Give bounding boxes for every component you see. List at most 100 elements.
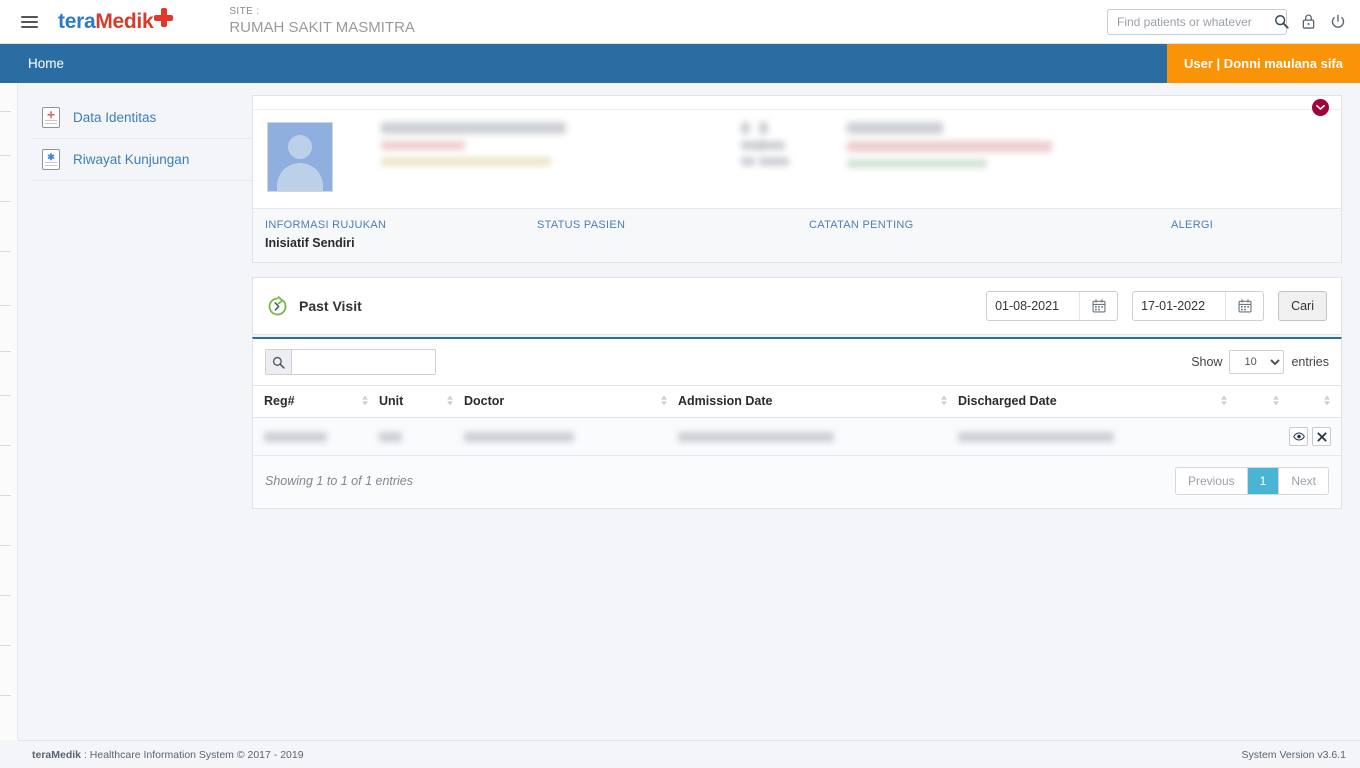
- visit-filter-controls: Cari: [986, 291, 1327, 321]
- table-row[interactable]: [253, 417, 1341, 456]
- past-visit-title: Past Visit: [299, 298, 362, 314]
- patient-summary-card: INFORMASI RUJUKAN Inisiatif Sendiri STAT…: [252, 95, 1342, 263]
- sort-updown-icon: [1220, 395, 1228, 409]
- table-info-text: Showing 1 to 1 of 1 entries: [265, 474, 414, 488]
- info-status-pasien: STATUS PASIEN: [537, 219, 626, 231]
- sort-updown-icon: [1323, 395, 1331, 409]
- global-search[interactable]: [1107, 8, 1289, 35]
- document-blue-asterisk-icon: ✱: [42, 149, 60, 170]
- past-visit-table: Reg# Unit Doctor Admission Date Discharg…: [253, 385, 1341, 456]
- patient-field-1: [633, 122, 763, 173]
- sort-updown-icon: [361, 395, 369, 409]
- patient-field-3: [821, 122, 1052, 175]
- sidebar: ✛ Data Identitas ✱ Riwayat Kunjungan: [18, 83, 252, 181]
- user-badge[interactable]: User | Donni maulana sifa: [1167, 44, 1360, 83]
- show-label: Show: [1191, 355, 1223, 369]
- footer-text: : Healthcare Information System © 2017 -…: [81, 748, 304, 761]
- date-from-field[interactable]: [986, 291, 1119, 321]
- cell-admission: [678, 417, 958, 456]
- search-icon: [266, 350, 292, 374]
- column-header-discharged-date[interactable]: Discharged Date: [958, 385, 1238, 418]
- page-size-select[interactable]: 10: [1229, 350, 1285, 374]
- date-to-input[interactable]: [1133, 299, 1226, 313]
- brand-text-medik: Medik: [95, 9, 154, 33]
- column-header-unit[interactable]: Unit: [379, 385, 464, 418]
- top-header: tera Medik SITE : RUMAH SAKIT MASMITRA: [0, 0, 1360, 44]
- show-entries-control: Show 10 entries: [1191, 350, 1329, 374]
- sort-updown-icon: [660, 395, 668, 409]
- entries-label: entries: [1291, 355, 1329, 369]
- header-actions: [1107, 8, 1360, 35]
- sidebar-item-data-identitas[interactable]: ✛ Data Identitas: [32, 97, 252, 139]
- column-header-doctor[interactable]: Doctor: [464, 385, 678, 418]
- pagination-next[interactable]: Next: [1279, 468, 1328, 494]
- calendar-icon[interactable]: [1225, 292, 1263, 320]
- brand-logo[interactable]: tera Medik: [58, 8, 174, 34]
- pagination-page-1[interactable]: 1: [1247, 468, 1280, 494]
- main-navbar: Home User | Donni maulana sifa: [0, 44, 1360, 83]
- table-head: Reg# Unit Doctor Admission Date Discharg…: [253, 385, 1341, 418]
- patient-card-header: [253, 96, 1341, 116]
- cari-button[interactable]: Cari: [1278, 291, 1327, 321]
- table-footer: Showing 1 to 1 of 1 entries Previous 1 N…: [253, 456, 1341, 508]
- table-search-input[interactable]: [292, 350, 435, 374]
- pagination-previous[interactable]: Previous: [1175, 468, 1248, 494]
- date-from-input[interactable]: [987, 299, 1080, 313]
- cell-actions: [1238, 417, 1341, 456]
- cell-discharged: [958, 417, 1238, 456]
- power-icon[interactable]: [1330, 14, 1346, 30]
- table-search[interactable]: [265, 349, 436, 375]
- info-catatan-penting: CATATAN PENTING: [809, 219, 914, 231]
- info-informasi-rujukan: INFORMASI RUJUKAN Inisiatif Sendiri: [265, 219, 387, 250]
- site-label: SITE :: [229, 6, 260, 18]
- footer-brand: teraMedik: [32, 748, 82, 761]
- site-block: SITE : RUMAH SAKIT MASMITRA: [229, 6, 415, 37]
- main-content: INFORMASI RUJUKAN Inisiatif Sendiri STAT…: [252, 95, 1342, 509]
- column-header-reg[interactable]: Reg#: [253, 385, 379, 418]
- hamburger-icon[interactable]: [8, 0, 50, 44]
- table-header-row: Reg# Unit Doctor Admission Date Discharg…: [253, 385, 1341, 418]
- column-header-admission-date[interactable]: Admission Date: [678, 385, 958, 418]
- sort-updown-icon: [446, 395, 454, 409]
- pagination: Previous 1 Next: [1174, 467, 1329, 495]
- info-alergi: ALERGI: [1171, 219, 1214, 231]
- cell-doctor: [464, 417, 678, 456]
- lock-icon[interactable]: [1301, 13, 1316, 30]
- patient-details: [253, 110, 1341, 208]
- sidebar-item-label: Data Identitas: [73, 110, 157, 125]
- column-header-blank-2[interactable]: [1290, 385, 1341, 418]
- search-input[interactable]: [1115, 13, 1274, 30]
- delete-row-button[interactable]: [1312, 427, 1331, 446]
- patient-info-row: INFORMASI RUJUKAN Inisiatif Sendiri STAT…: [253, 208, 1341, 262]
- past-visit-panel: Past Visit Cari: [252, 277, 1342, 335]
- table-toolbar: Show 10 entries: [253, 339, 1341, 385]
- chevron-down-icon[interactable]: [1312, 99, 1329, 116]
- footer-version: System Version v3.6.1: [1241, 748, 1346, 761]
- cell-reg: [253, 417, 379, 456]
- patient-name-block: [333, 122, 633, 173]
- medical-cross-icon: [154, 8, 174, 27]
- sidebar-item-label: Riwayat Kunjungan: [73, 152, 190, 167]
- calendar-icon[interactable]: [1079, 292, 1117, 320]
- date-to-field[interactable]: [1132, 291, 1265, 321]
- site-name: RUMAH SAKIT MASMITRA: [229, 19, 415, 37]
- column-header-blank-1[interactable]: [1238, 385, 1290, 418]
- brand-text-tera: tera: [58, 9, 96, 33]
- history-circular-arrow-icon: [267, 295, 288, 317]
- application-root: teraMedik SITE : RUMAH SAKIT MASMITRA Ho…: [0, 0, 1360, 768]
- page-footer: teraMedik : Healthcare Information Syste…: [18, 740, 1360, 768]
- document-red-cross-icon: ✛: [42, 107, 60, 128]
- sort-updown-icon: [1272, 395, 1280, 409]
- footer-copyright: teraMedik : Healthcare Information Syste…: [32, 749, 304, 761]
- left-scroll-rail[interactable]: [0, 83, 18, 740]
- row-action-buttons: [1238, 427, 1341, 446]
- search-icon[interactable]: [1274, 14, 1289, 29]
- table-body: [253, 417, 1341, 456]
- past-visit-table-panel: Show 10 entries Reg# Unit Doctor Admissi…: [252, 337, 1342, 509]
- cell-unit: [379, 417, 464, 456]
- avatar: [267, 122, 333, 192]
- view-row-button[interactable]: [1289, 427, 1308, 446]
- sidebar-item-riwayat-kunjungan[interactable]: ✱ Riwayat Kunjungan: [32, 139, 252, 181]
- sort-updown-icon: [940, 395, 948, 409]
- nav-item-home[interactable]: Home: [12, 44, 80, 83]
